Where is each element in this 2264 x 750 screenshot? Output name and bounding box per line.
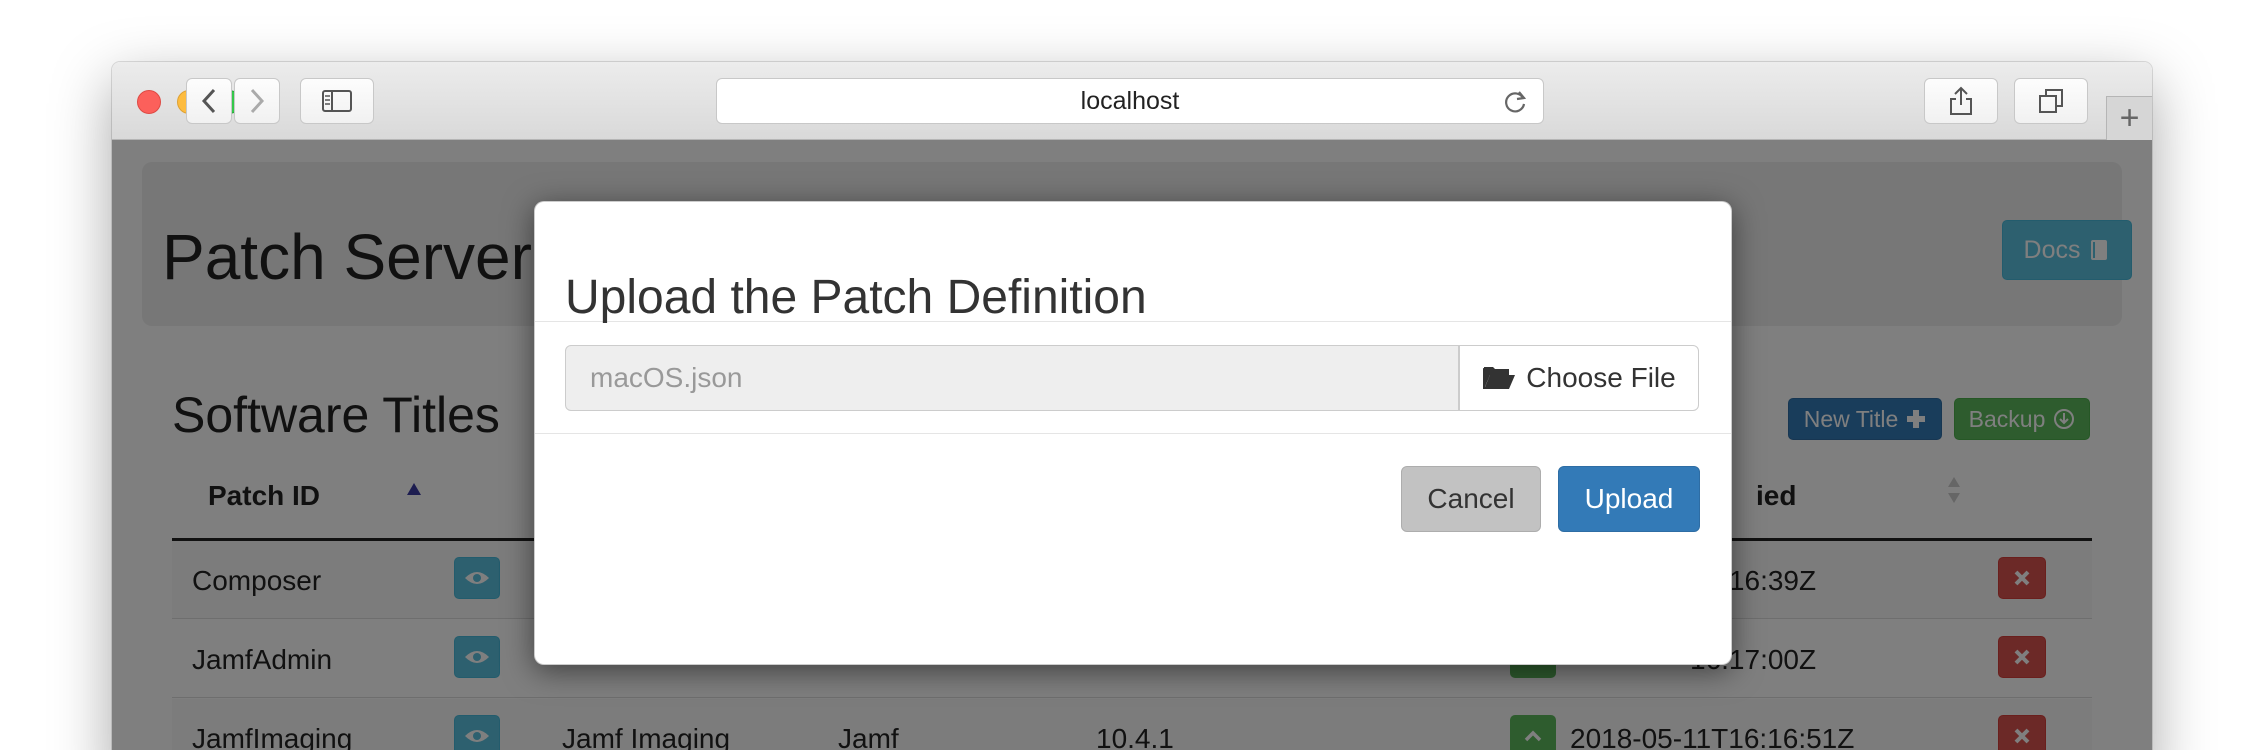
cancel-button[interactable]: Cancel — [1401, 466, 1541, 532]
new-tab-button[interactable]: + — [2106, 96, 2152, 140]
file-name-field[interactable]: macOS.json — [565, 345, 1459, 411]
url-text: localhost — [1080, 86, 1180, 115]
show-tabs-button[interactable] — [2014, 78, 2088, 124]
upload-button[interactable]: Upload — [1558, 466, 1700, 532]
share-button[interactable] — [1924, 78, 1998, 124]
choose-file-label: Choose File — [1526, 362, 1676, 393]
close-window-button[interactable] — [137, 90, 161, 114]
back-icon — [201, 88, 216, 114]
modal-body: macOS.json Choose File — [535, 322, 1731, 433]
sidebar-icon — [322, 90, 352, 112]
modal-title: Upload the Patch Definition — [565, 271, 1147, 324]
browser-window: localhost + Patch Server Docs Software T… — [112, 62, 2152, 750]
plus-icon: + — [2119, 99, 2140, 137]
back-button[interactable] — [186, 78, 232, 124]
forward-icon — [250, 88, 265, 114]
folder-open-icon — [1483, 367, 1516, 389]
modal-footer: Cancel Upload — [535, 433, 1731, 664]
sidebar-button[interactable] — [300, 78, 374, 124]
title-bar: localhost + — [112, 62, 2152, 140]
forward-button[interactable] — [234, 78, 280, 124]
address-bar[interactable]: localhost — [716, 78, 1544, 124]
reload-icon[interactable] — [1501, 88, 1529, 116]
tabs-icon — [2039, 89, 2063, 113]
modal-header: Upload the Patch Definition — [535, 202, 1731, 324]
upload-modal: Upload the Patch Definition macOS.json C… — [534, 201, 1732, 665]
choose-file-button[interactable]: Choose File — [1459, 345, 1699, 411]
share-icon — [1950, 86, 1972, 115]
